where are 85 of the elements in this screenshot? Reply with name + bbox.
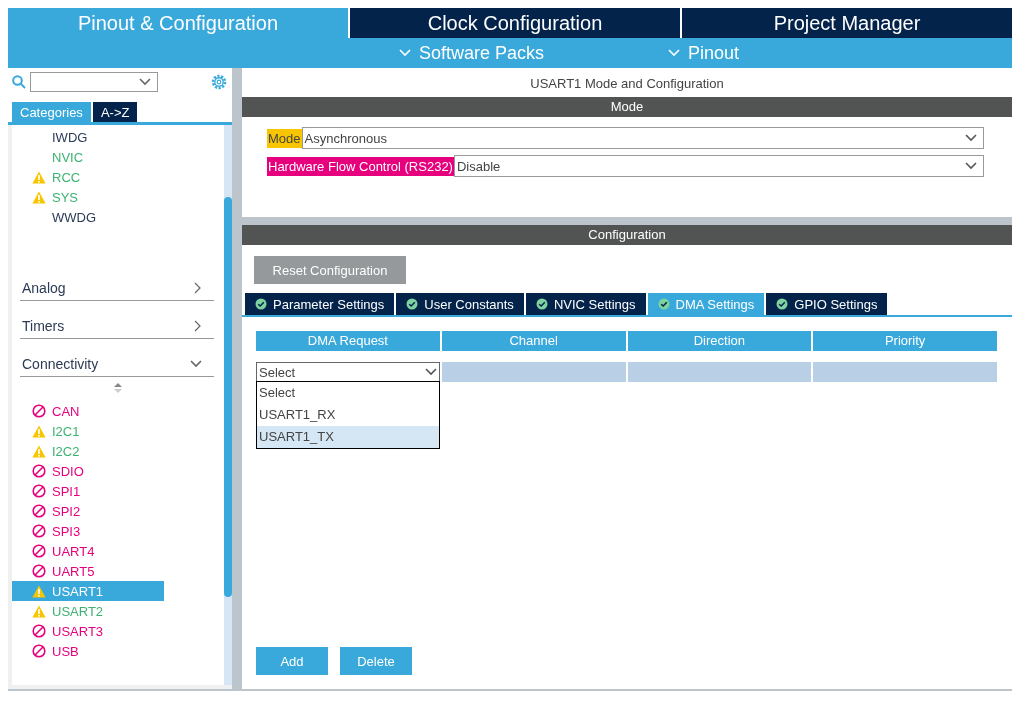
prohibited-icon	[32, 504, 46, 518]
prohibited-icon	[32, 404, 46, 418]
chevron-down-icon	[965, 134, 977, 142]
check-circle-icon	[406, 298, 419, 310]
warning-icon	[32, 444, 46, 458]
warning-icon	[32, 424, 46, 438]
check-circle-icon	[776, 298, 789, 310]
dropdown-option[interactable]: Select	[257, 382, 439, 404]
settings-tab[interactable]: Parameter Settings	[245, 293, 395, 315]
dma-request-dropdown[interactable]: Select	[256, 362, 440, 382]
check-circle-icon	[657, 298, 670, 310]
peripheral-item[interactable]: IWDG	[12, 127, 164, 147]
prohibited-icon	[32, 644, 46, 658]
warning-icon	[32, 170, 46, 184]
peripheral-item[interactable]: NVIC	[12, 147, 164, 167]
dropdown-option[interactable]: USART1_TX	[257, 426, 439, 448]
main-tab[interactable]: Project Manager	[682, 8, 1012, 38]
peripheral-item[interactable]: I2C1	[12, 421, 164, 441]
main-tab[interactable]: Clock Configuration	[350, 8, 680, 38]
field-label: Hardware Flow Control (RS232)	[267, 156, 454, 176]
peripheral-item[interactable]: WWDG	[12, 207, 164, 227]
column-header: DMA Request	[256, 331, 440, 351]
peripheral-item[interactable]: SPI2	[12, 501, 164, 521]
peripheral-item[interactable]: SPI3	[12, 521, 164, 541]
chevron-down-icon	[399, 49, 411, 57]
settings-tab[interactable]: NVIC Settings	[525, 293, 646, 315]
peripheral-item[interactable]: SPI1	[12, 481, 164, 501]
chevron-down-icon	[139, 78, 151, 86]
peripheral-item[interactable]: RCC	[12, 167, 164, 187]
peripheral-item[interactable]: UART5	[12, 561, 164, 581]
action-button[interactable]: Delete	[340, 647, 412, 675]
mode-dropdown[interactable]: Asynchronous	[301, 127, 984, 149]
category-header[interactable]: Connectivity	[20, 353, 214, 377]
peripheral-item[interactable]: USART2	[12, 601, 164, 621]
column-header: Priority	[813, 331, 997, 351]
warning-icon	[32, 190, 46, 204]
search-icon[interactable]	[12, 75, 26, 89]
section-header: Configuration	[242, 225, 1012, 245]
peripheral-item[interactable]: UART4	[12, 541, 164, 561]
settings-icon[interactable]	[210, 73, 228, 91]
category-header[interactable]: Analog	[20, 277, 214, 301]
column-header: Direction	[627, 331, 812, 351]
dropdown-option[interactable]: USART1_RX	[257, 404, 439, 426]
peripheral-item[interactable]: USART1	[12, 581, 164, 601]
prohibited-icon	[32, 624, 46, 638]
peripheral-item[interactable]: I2C2	[12, 441, 164, 461]
chevron-right-icon	[194, 319, 202, 332]
prohibited-icon	[32, 564, 46, 578]
peripheral-item[interactable]: USART3	[12, 621, 164, 641]
check-circle-icon	[255, 298, 267, 310]
chevron-down-icon	[190, 359, 202, 368]
view-tab[interactable]: Categories	[12, 102, 91, 122]
settings-tab[interactable]: DMA Settings	[647, 293, 765, 315]
prohibited-icon	[32, 544, 46, 558]
prohibited-icon	[32, 464, 46, 478]
reset-button[interactable]: Reset Configuration	[254, 256, 406, 284]
field-label: Mode	[267, 128, 302, 148]
mode-dropdown[interactable]: Disable	[453, 155, 984, 177]
main-tab[interactable]: Pinout & Configuration	[8, 8, 348, 38]
chevron-right-icon	[194, 281, 202, 294]
chevron-down-icon	[965, 162, 977, 170]
view-tab[interactable]: A->Z	[92, 102, 138, 122]
section-header: Mode	[242, 97, 1012, 117]
chevron-down-icon	[668, 49, 681, 57]
prohibited-icon	[32, 484, 46, 498]
peripheral-item[interactable]: CAN	[12, 401, 164, 421]
prohibited-icon	[32, 524, 46, 538]
check-circle-icon	[535, 298, 548, 310]
peripheral-item[interactable]: SYS	[12, 187, 164, 207]
search-field[interactable]	[30, 72, 158, 92]
settings-tab[interactable]: GPIO Settings	[766, 293, 888, 315]
category-header[interactable]: Timers	[20, 315, 214, 339]
panel-title: USART1 Mode and Configuration	[529, 75, 725, 93]
warning-icon	[32, 584, 46, 598]
settings-tab[interactable]: User Constants	[396, 293, 524, 315]
peripheral-item[interactable]: USB	[12, 641, 164, 661]
menu-button[interactable]: Software Packs	[393, 41, 551, 65]
chevron-down-icon	[424, 368, 437, 376]
scrollbar[interactable]	[224, 125, 232, 685]
action-button[interactable]: Add	[256, 647, 328, 675]
menu-button[interactable]: Pinout	[662, 41, 746, 65]
peripheral-item[interactable]: SDIO	[12, 461, 164, 481]
scroll-arrows-icon[interactable]	[114, 383, 122, 393]
warning-icon	[32, 604, 46, 618]
column-header: Channel	[441, 331, 626, 351]
